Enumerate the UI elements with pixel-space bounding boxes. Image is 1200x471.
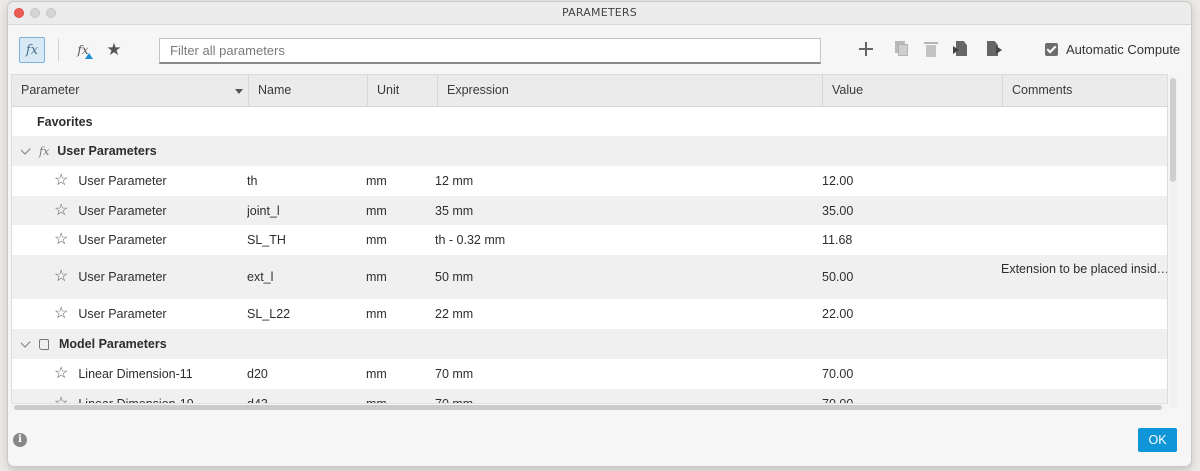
model-parameters-label: Model Parameters xyxy=(59,337,167,351)
column-header-value[interactable]: Value xyxy=(823,75,1003,106)
unit-cell[interactable]: mm xyxy=(366,196,387,225)
automatic-compute-toggle[interactable]: Automatic Compute xyxy=(1045,42,1180,57)
toolbar: fx fx ★ Automatic Compute xyxy=(8,24,1191,74)
info-icon[interactable]: i xyxy=(13,433,27,447)
favorite-star-icon[interactable]: ☆ xyxy=(54,366,68,382)
copy-parameter-icon[interactable] xyxy=(892,40,910,58)
favorites-star-button[interactable]: ★ xyxy=(104,37,124,63)
user-parameter-fx-button[interactable]: fx xyxy=(72,37,94,63)
parameter-cell: User Parameter xyxy=(78,270,167,284)
delete-parameter-icon[interactable] xyxy=(922,40,940,58)
all-parameters-fx-button[interactable]: fx xyxy=(19,37,45,63)
chevron-down-icon[interactable] xyxy=(21,336,31,348)
filter-parameters-input[interactable] xyxy=(159,38,821,64)
value-cell: 11.68 xyxy=(822,233,853,247)
name-cell[interactable]: th xyxy=(247,166,257,196)
user-parameters-group-row[interactable]: fx User Parameters xyxy=(12,136,1167,166)
column-header-comments[interactable]: Comments xyxy=(1003,75,1167,106)
favorite-star-icon[interactable]: ☆ xyxy=(54,173,68,189)
toolbar-divider xyxy=(58,39,59,61)
unit-cell[interactable]: mm xyxy=(366,299,387,329)
table-row[interactable]: ☆ User Parameter SL_L22 mm 22 mm 22.00 xyxy=(12,299,1167,329)
table-row[interactable]: ☆ User Parameter joint_l mm 35 mm 35.00 xyxy=(12,196,1167,225)
name-cell[interactable]: SL_L22 xyxy=(247,299,290,329)
add-parameter-icon[interactable] xyxy=(857,40,875,58)
expression-cell[interactable]: 70 mm xyxy=(435,359,473,389)
favorite-star-icon[interactable]: ☆ xyxy=(54,232,68,248)
table-row[interactable]: ☆ User Parameter SL_TH mm th - 0.32 mm 11… xyxy=(12,225,1167,255)
export-parameters-icon[interactable] xyxy=(984,40,1002,58)
value-cell: 35.00 xyxy=(822,203,854,218)
column-header-unit[interactable]: Unit xyxy=(368,75,438,106)
background-left xyxy=(0,0,8,471)
user-parameters-label: User Parameters xyxy=(57,144,157,158)
parameter-cell: User Parameter xyxy=(78,203,167,218)
table-row[interactable]: ☆ User Parameter th mm 12 mm 12.00 xyxy=(12,166,1167,196)
window-title: PARAMETERS xyxy=(562,6,637,19)
column-header-expression[interactable]: Expression xyxy=(438,75,823,106)
parameter-cell: User Parameter xyxy=(78,233,167,247)
favorite-star-icon[interactable]: ☆ xyxy=(54,306,68,322)
value-cell: 22.00 xyxy=(822,307,854,321)
value-cell: 12.00 xyxy=(822,174,854,188)
favorites-group-row[interactable]: Favorites xyxy=(12,107,1167,136)
name-cell[interactable]: ext_l xyxy=(247,255,273,299)
model-icon xyxy=(39,338,49,350)
import-parameters-icon[interactable] xyxy=(953,40,971,58)
unit-cell[interactable]: mm xyxy=(366,255,387,299)
column-header-parameter[interactable]: Parameter xyxy=(12,75,249,106)
favorites-label: Favorites xyxy=(37,114,93,129)
table-row[interactable]: ☆ User Parameter ext_l mm 50 mm 50.00 Ext… xyxy=(12,255,1167,299)
favorite-star-icon[interactable]: ☆ xyxy=(54,202,68,219)
unit-cell[interactable]: mm xyxy=(366,225,387,255)
expression-cell[interactable]: 12 mm xyxy=(435,166,473,196)
expression-cell[interactable]: th - 0.32 mm xyxy=(435,225,505,255)
expression-cell[interactable]: 22 mm xyxy=(435,299,473,329)
vertical-scrollbar[interactable] xyxy=(1169,76,1177,408)
name-cell[interactable]: SL_TH xyxy=(247,225,286,255)
title-bar[interactable]: PARAMETERS xyxy=(8,2,1191,25)
automatic-compute-label: Automatic Compute xyxy=(1066,42,1181,57)
sort-caret-icon[interactable] xyxy=(235,89,243,94)
parameters-table: Parameter Name Unit Expression Value Com… xyxy=(11,74,1168,411)
model-parameters-group-row[interactable]: Model Parameters xyxy=(12,329,1167,359)
column-header-name[interactable]: Name xyxy=(249,75,368,106)
parameter-cell: User Parameter xyxy=(78,307,167,321)
background-right xyxy=(1192,0,1200,471)
comment-cell[interactable]: Extension to be placed insid… xyxy=(1001,247,1167,291)
value-cell: 50.00 xyxy=(822,270,854,284)
table-header: Parameter Name Unit Expression Value Com… xyxy=(12,75,1167,107)
parameter-cell: User Parameter xyxy=(78,174,167,188)
expression-cell[interactable]: 50 mm xyxy=(435,255,473,299)
automatic-compute-checkbox[interactable] xyxy=(1045,43,1058,56)
expression-cell[interactable]: 35 mm xyxy=(435,196,473,225)
name-cell[interactable]: joint_l xyxy=(247,196,280,225)
fx-icon: fx xyxy=(39,144,50,158)
vertical-scroll-thumb[interactable] xyxy=(1170,78,1176,182)
chevron-down-icon[interactable] xyxy=(21,143,31,155)
name-cell[interactable]: d20 xyxy=(247,359,268,389)
up-arrow-icon xyxy=(85,53,93,59)
horizontal-scrollbar[interactable] xyxy=(11,403,1168,411)
unit-cell[interactable]: mm xyxy=(366,166,387,196)
table-row[interactable]: ☆ Linear Dimension-11 d20 mm 70 mm 70.00 xyxy=(12,359,1167,389)
parameter-cell: Linear Dimension-11 xyxy=(78,367,193,381)
value-cell: 70.00 xyxy=(822,367,854,381)
favorite-star-icon[interactable]: ☆ xyxy=(54,269,68,285)
ok-button[interactable]: OK xyxy=(1138,428,1177,452)
unit-cell[interactable]: mm xyxy=(366,359,387,389)
horizontal-scroll-thumb[interactable] xyxy=(14,405,1162,410)
